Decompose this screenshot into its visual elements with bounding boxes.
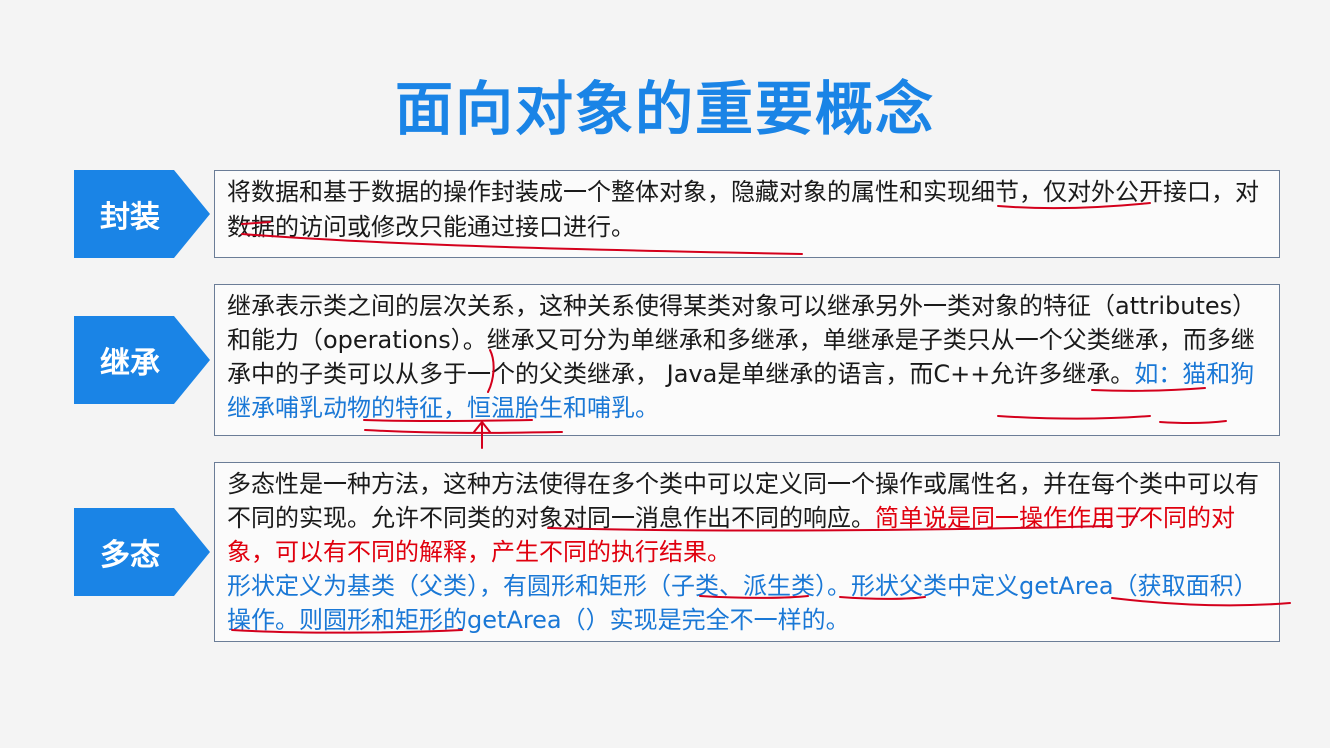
section-text-blue: 形状定义为基类（父类），有圆形和矩形（子类、派生类）。形状父类中定义getAre…: [227, 572, 1258, 634]
section-label-polymorphism: 多态: [74, 508, 210, 596]
slide: 面向对象的重要概念 封装 将数据和基于数据的操作封装成一个整体对象，隐藏对象的属…: [0, 0, 1330, 748]
section-text: 将数据和基于数据的操作封装成一个整体对象，隐藏对象的属性和实现细节，仅对外公开接…: [227, 178, 1259, 241]
section-text-box: 继承表示类之间的层次关系，这种关系使得某类对象可以继承另外一类对象的特征（att…: [214, 284, 1280, 436]
section-label-text: 封装: [100, 200, 160, 235]
section-text-black: 继承表示类之间的层次关系，这种关系使得某类对象可以继承另外一类对象的特征（att…: [227, 292, 1257, 388]
section-text-box: 将数据和基于数据的操作封装成一个整体对象，隐藏对象的属性和实现细节，仅对外公开接…: [214, 170, 1280, 258]
section-label-text: 继承: [100, 346, 160, 381]
section-label-text: 多态: [100, 538, 160, 573]
section-encapsulation: 封装 将数据和基于数据的操作封装成一个整体对象，隐藏对象的属性和实现细节，仅对外…: [74, 170, 1280, 258]
section-label-encapsulation: 封装: [74, 170, 210, 258]
section-polymorphism: 多态 多态性是一种方法，这种方法使得在多个类中可以定义同一个操作或属性名，并在每…: [74, 462, 1280, 642]
section-label-inheritance: 继承: [74, 316, 210, 404]
section-text-box: 多态性是一种方法，这种方法使得在多个类中可以定义同一个操作或属性名，并在每个类中…: [214, 462, 1280, 642]
section-inheritance: 继承 继承表示类之间的层次关系，这种关系使得某类对象可以继承另外一类对象的特征（…: [74, 284, 1280, 436]
slide-title: 面向对象的重要概念: [394, 75, 935, 143]
